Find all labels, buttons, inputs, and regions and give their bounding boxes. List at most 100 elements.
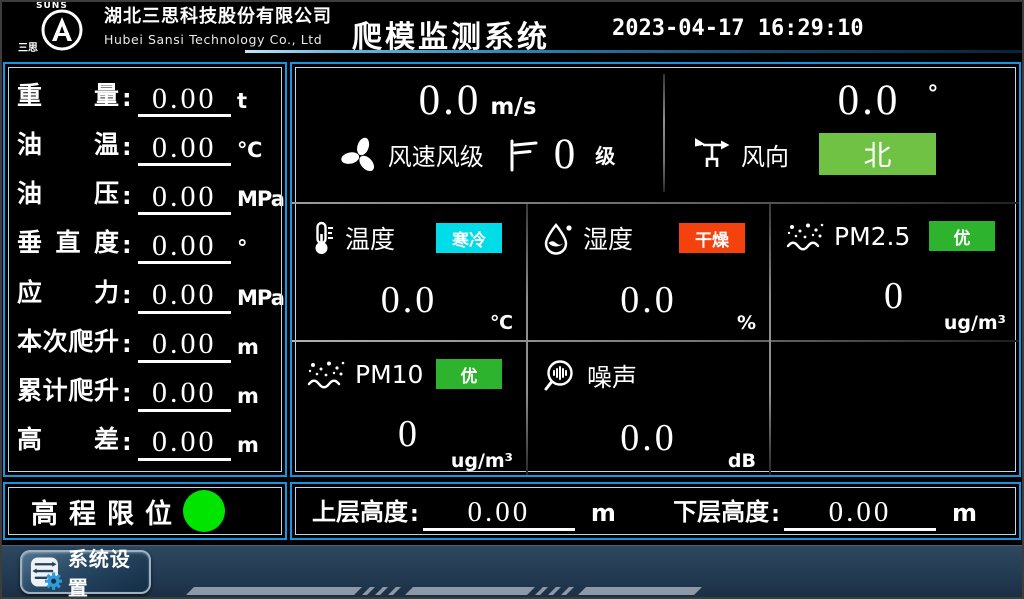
metric-label: 累计爬升 bbox=[17, 371, 119, 407]
metric-row-oil-pressure: 油 压: 0.00 MPa bbox=[17, 174, 275, 215]
thermometer-icon bbox=[306, 220, 336, 256]
metric-unit: m bbox=[237, 433, 275, 457]
metric-row-weight: 重 量: 0.00 t bbox=[17, 76, 275, 117]
metric-row-current-climb: 本次爬升: 0.00 m bbox=[17, 322, 275, 363]
metric-unit: m bbox=[237, 384, 275, 408]
metric-label: 重 量 bbox=[17, 76, 119, 112]
elevation-limit-box: 高程限位 bbox=[3, 482, 287, 540]
status-badge: 优 bbox=[436, 359, 502, 389]
header: SUNS 三思 湖北三思科技股份有限公司 Hubei Sansi Technol… bbox=[0, 0, 1024, 57]
system-settings-button[interactable]: 系统设置 bbox=[20, 550, 151, 594]
metric-value: 0.00 bbox=[152, 327, 217, 360]
sensor-value: 0.0 bbox=[528, 278, 769, 322]
metric-unit: t bbox=[237, 89, 275, 113]
elevation-limit-status-light bbox=[183, 490, 225, 532]
metric-underline: 0.00 bbox=[138, 230, 231, 265]
metric-underline: 0.00 bbox=[138, 328, 231, 363]
decor-bar bbox=[405, 587, 535, 595]
wind-direction-unit: ° bbox=[927, 82, 938, 107]
colon: : bbox=[122, 330, 132, 358]
upper-height-unit: m bbox=[591, 499, 616, 527]
metric-value: 0.00 bbox=[152, 376, 217, 409]
wind-direction-block: 0.0 ° 风向 北 bbox=[665, 64, 1019, 202]
metric-value: 0.00 bbox=[152, 229, 217, 262]
header-divider bbox=[245, 50, 1024, 53]
wind-vane-icon bbox=[691, 133, 733, 175]
colon: : bbox=[122, 84, 132, 112]
logo-circle-icon bbox=[40, 8, 84, 52]
metric-underline: 0.00 bbox=[138, 83, 231, 118]
logo-text-sansi: 三思 bbox=[18, 39, 38, 54]
sensor-label: PM2.5 bbox=[834, 222, 910, 251]
sensor-cell-humidity: 湿度 干燥 0.0 % bbox=[528, 204, 769, 340]
metric-label: 应 力 bbox=[17, 273, 119, 309]
colon: : bbox=[410, 502, 419, 527]
decor-slash bbox=[375, 587, 388, 595]
metric-row-stress: 应 力: 0.00 MPa bbox=[17, 273, 275, 314]
decor-slash bbox=[362, 587, 375, 595]
sensor-cell-empty bbox=[771, 342, 1019, 478]
datetime-display: 2023-04-17 16:29:10 bbox=[612, 16, 864, 41]
metric-row-total-climb: 累计爬升: 0.00 m bbox=[17, 371, 275, 412]
wind-level-value: 0 bbox=[554, 133, 576, 176]
layer-height-box: 上层高度: 0.00 m 下层高度: 0.00 m bbox=[290, 482, 1021, 540]
metric-underline: 0.00 bbox=[138, 377, 231, 412]
lower-height-unit: m bbox=[952, 499, 977, 527]
colon: : bbox=[122, 133, 132, 161]
decor-slash bbox=[548, 587, 561, 595]
colon: : bbox=[122, 428, 132, 456]
metric-underline: 0.00 bbox=[138, 181, 231, 216]
metric-unit: ° bbox=[237, 236, 275, 260]
company-name-cn: 湖北三思科技股份有限公司 bbox=[104, 6, 332, 29]
sensor-grid: 温度 寒冷 0.0 ℃ 湿度 干燥 0.0 % bbox=[292, 202, 1019, 475]
metric-label: 油 压 bbox=[17, 174, 119, 210]
elevation-limit-label: 高程限位 bbox=[31, 492, 183, 531]
decor-bar bbox=[578, 587, 702, 595]
colon: : bbox=[771, 502, 780, 527]
colon: : bbox=[122, 281, 132, 309]
company-name-block: 湖北三思科技股份有限公司 Hubei Sansi Technology Co.,… bbox=[104, 6, 332, 47]
upper-height-underline: 0.00 bbox=[423, 497, 575, 530]
status-badge: 寒冷 bbox=[436, 223, 502, 253]
metric-value: 0.00 bbox=[152, 425, 217, 458]
lower-height-label: 下层高度 bbox=[673, 492, 769, 527]
system-settings-label: 系统设置 bbox=[68, 543, 149, 599]
metric-row-height-diff: 高 差: 0.00 m bbox=[17, 420, 275, 461]
company-name-en: Hubei Sansi Technology Co., Ltd bbox=[104, 32, 332, 47]
taskbar: 系统设置 bbox=[0, 545, 1024, 599]
metrics-panel: 重 量: 0.00 t 油 温: 0.00 ℃ 油 压: 0.00 MPa 垂直… bbox=[3, 62, 287, 477]
colon: : bbox=[122, 182, 132, 210]
lower-height-underline: 0.00 bbox=[784, 497, 936, 530]
sensor-cell-noise: 噪声 0.0 dB bbox=[528, 342, 769, 478]
water-drop-icon bbox=[542, 220, 574, 256]
wind-direction-value: 0.0 bbox=[838, 78, 901, 123]
wind-speed-unit: m/s bbox=[490, 94, 536, 120]
lower-height-group: 下层高度: 0.00 m bbox=[673, 492, 977, 531]
colon: : bbox=[122, 231, 132, 259]
wind-direction-badge: 北 bbox=[819, 133, 936, 175]
lower-height-value: 0.00 bbox=[829, 496, 892, 528]
metric-unit: MPa bbox=[237, 187, 275, 211]
decor-bar bbox=[186, 587, 362, 595]
metric-value: 0.00 bbox=[152, 82, 217, 115]
metric-underline: 0.00 bbox=[138, 279, 231, 314]
sensor-unit: ug/m³ bbox=[451, 450, 513, 472]
settings-sliders-icon bbox=[29, 554, 62, 590]
status-badge: 干燥 bbox=[679, 223, 745, 253]
metric-unit: MPa bbox=[237, 286, 275, 310]
hmi-screen: SUNS 三思 湖北三思科技股份有限公司 Hubei Sansi Technol… bbox=[0, 0, 1024, 599]
metric-underline: 0.00 bbox=[138, 132, 231, 167]
colon: : bbox=[122, 379, 132, 407]
metric-unit: ℃ bbox=[237, 138, 275, 162]
sensor-label: 噪声 bbox=[587, 358, 637, 394]
sensor-cell-pm25: PM2.5 优 0 ug/m³ bbox=[771, 204, 1019, 340]
wind-level-unit: 级 bbox=[595, 140, 615, 169]
wind-speed-label: 风速风级 bbox=[388, 137, 484, 172]
decor-slash bbox=[561, 587, 574, 595]
wind-direction-label: 风向 bbox=[741, 137, 789, 172]
decor-slash bbox=[535, 587, 548, 595]
metric-label: 高 差 bbox=[17, 420, 119, 456]
sensor-unit: ug/m³ bbox=[944, 312, 1006, 334]
metric-label: 油 温 bbox=[17, 125, 119, 161]
status-badge: 优 bbox=[929, 221, 995, 251]
